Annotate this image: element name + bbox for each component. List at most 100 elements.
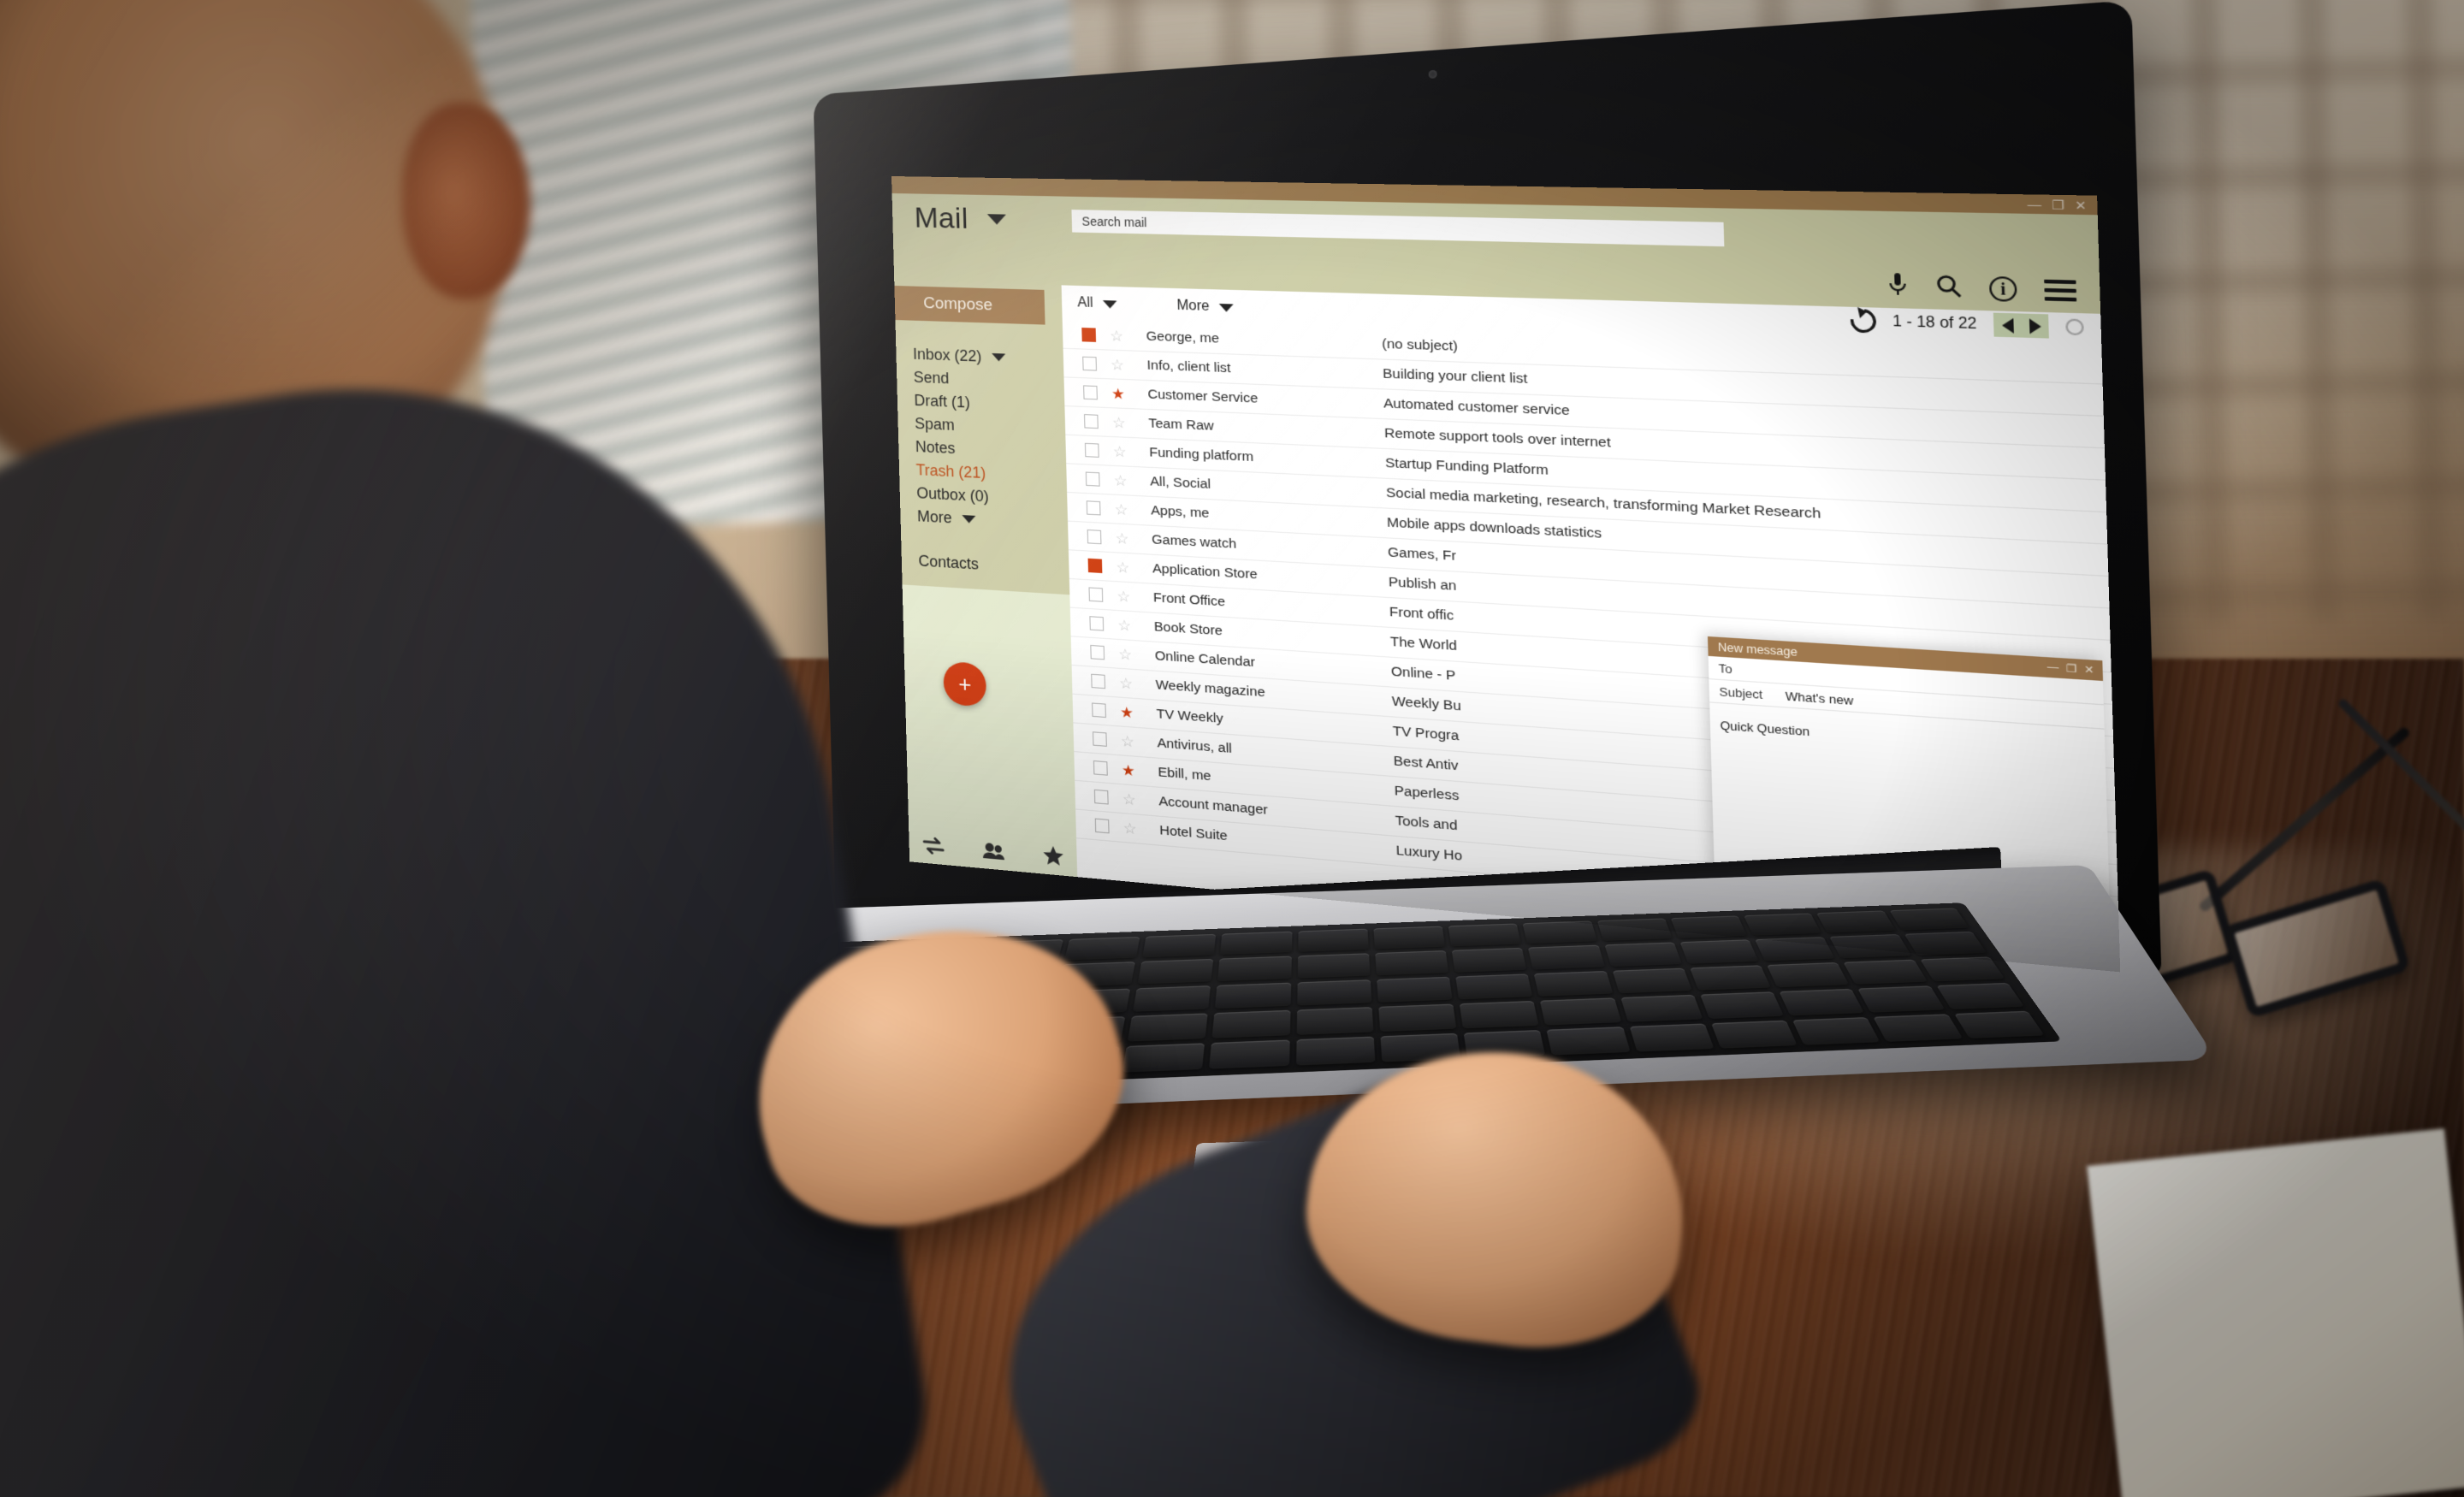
keyboard-key[interactable] — [1670, 915, 1748, 939]
keyboard-key[interactable] — [1209, 1039, 1290, 1069]
hamburger-menu-icon[interactable] — [2044, 279, 2077, 302]
keyboard-key[interactable] — [1700, 991, 1785, 1019]
star-icon[interactable]: ☆ — [1123, 820, 1137, 837]
keyboard-key[interactable] — [1137, 959, 1214, 985]
keyboard-key[interactable] — [1142, 933, 1217, 958]
microphone-icon[interactable] — [1887, 272, 1909, 301]
chevron-down-icon[interactable] — [962, 515, 976, 524]
row-checkbox[interactable] — [1089, 616, 1105, 631]
row-checkbox[interactable] — [1093, 760, 1108, 776]
keyboard-key[interactable] — [1451, 948, 1527, 973]
star-icon[interactable]: ☆ — [1115, 530, 1128, 547]
keyboard-key[interactable] — [1296, 979, 1372, 1006]
row-checkbox[interactable] — [1087, 529, 1102, 545]
chevron-down-icon[interactable] — [986, 214, 1006, 225]
star-icon[interactable]: ☆ — [1110, 328, 1123, 345]
keyboard-key[interactable] — [1378, 1003, 1457, 1032]
keyboard-key[interactable] — [1546, 1026, 1631, 1056]
compose-button[interactable]: Compose — [894, 285, 1045, 325]
keyboard-key[interactable] — [1455, 973, 1533, 1000]
arrow-right-icon[interactable] — [2020, 313, 2049, 339]
row-checkbox[interactable] — [1083, 385, 1098, 400]
people-icon[interactable] — [981, 841, 1005, 861]
keyboard-key[interactable] — [1063, 936, 1140, 961]
row-checkbox[interactable] — [1084, 442, 1099, 458]
keyboard-key[interactable] — [1448, 923, 1522, 947]
star-icon[interactable]: ☆ — [1116, 559, 1129, 576]
row-checkbox[interactable] — [1091, 673, 1106, 689]
compose-maximize-button[interactable]: ❐ — [2066, 662, 2077, 675]
select-all-dropdown[interactable]: All — [1077, 295, 1117, 312]
keyboard-key[interactable] — [1744, 913, 1822, 936]
row-checkbox[interactable] — [1093, 789, 1109, 805]
keyboard-key[interactable] — [1679, 939, 1759, 964]
keyboard-key[interactable] — [1540, 997, 1621, 1026]
keyboard-key[interactable] — [1211, 1009, 1291, 1038]
info-icon[interactable]: i — [1988, 275, 2017, 302]
keyboard-key[interactable] — [1629, 1023, 1715, 1052]
keyboard-key[interactable] — [1297, 928, 1369, 953]
star-icon[interactable]: ☆ — [1116, 588, 1130, 605]
star-icon[interactable]: ☆ — [1114, 472, 1128, 489]
row-checkbox[interactable] — [1084, 414, 1099, 429]
row-checkbox[interactable] — [1085, 471, 1100, 487]
arrow-left-icon[interactable] — [1993, 312, 2022, 338]
star-icon[interactable]: ☆ — [1112, 414, 1126, 431]
keyboard-key[interactable] — [1528, 944, 1605, 970]
minimize-button[interactable]: — — [2027, 197, 2041, 211]
swap-arrows-icon[interactable] — [922, 836, 945, 855]
compose-subject-input[interactable]: What's new — [1786, 689, 1854, 707]
row-checkbox[interactable] — [1087, 558, 1103, 574]
search-input[interactable]: Search mail — [1070, 210, 1724, 247]
compose-minimize-button[interactable]: — — [2046, 661, 2058, 675]
star-icon[interactable]: ★ — [1120, 703, 1134, 721]
star-icon[interactable]: ★ — [1111, 385, 1125, 402]
keyboard-key[interactable] — [1296, 1007, 1374, 1035]
keyboard-key[interactable] — [1829, 934, 1911, 959]
keyboard-key[interactable] — [1220, 931, 1293, 956]
keyboard-key[interactable] — [1375, 950, 1449, 976]
keyboard-key[interactable] — [1596, 918, 1673, 942]
star-icon[interactable]: ☆ — [1113, 443, 1127, 460]
keyboard-key[interactable] — [1127, 1013, 1209, 1042]
star-icon[interactable]: ☆ — [1111, 356, 1124, 373]
maximize-button[interactable]: ❐ — [2052, 198, 2064, 212]
circle-icon[interactable] — [2065, 318, 2084, 336]
keyboard-key[interactable] — [1936, 982, 2025, 1009]
star-icon[interactable] — [1043, 845, 1064, 867]
keyboard-key[interactable] — [1689, 965, 1772, 991]
keyboard-key[interactable] — [1217, 956, 1292, 981]
keyboard-key[interactable] — [1779, 988, 1865, 1016]
keyboard-key[interactable] — [1792, 1016, 1881, 1045]
keyboard-key[interactable] — [1534, 970, 1614, 997]
close-button[interactable]: ✕ — [2075, 198, 2087, 212]
keyboard-key[interactable] — [1710, 1020, 1798, 1049]
keyboard-key[interactable] — [1612, 967, 1692, 994]
keyboard-key[interactable] — [1873, 1014, 1964, 1042]
keyboard-key[interactable] — [1215, 982, 1291, 1009]
search-icon[interactable] — [1934, 273, 1963, 302]
star-icon[interactable]: ☆ — [1114, 500, 1128, 518]
more-actions-dropdown[interactable]: More — [1176, 298, 1235, 316]
keyboard-key[interactable] — [1816, 910, 1896, 933]
keyboard-key[interactable] — [1522, 920, 1597, 944]
row-checkbox[interactable] — [1088, 587, 1104, 602]
star-icon[interactable]: ☆ — [1117, 617, 1131, 635]
keyboard-key[interactable] — [1904, 932, 1987, 956]
row-checkbox[interactable] — [1086, 500, 1101, 516]
star-icon[interactable]: ☆ — [1119, 674, 1133, 692]
keyboard-key[interactable] — [1377, 976, 1453, 1003]
keyboard-key[interactable] — [1843, 959, 1928, 985]
row-checkbox[interactable] — [1092, 702, 1106, 719]
row-checkbox[interactable] — [1082, 356, 1097, 371]
compose-close-button[interactable]: ✕ — [2084, 663, 2094, 677]
keyboard-key[interactable] — [1620, 994, 1703, 1022]
keyboard-key[interactable] — [1755, 937, 1836, 962]
row-checkbox[interactable] — [1090, 644, 1105, 660]
keyboard-key[interactable] — [1889, 908, 1969, 931]
keyboard-key[interactable] — [1295, 1036, 1376, 1066]
row-checkbox[interactable] — [1094, 818, 1110, 834]
row-checkbox[interactable] — [1093, 731, 1107, 747]
keyboard-key[interactable] — [1767, 962, 1850, 988]
keyboard-key[interactable] — [1604, 942, 1682, 967]
